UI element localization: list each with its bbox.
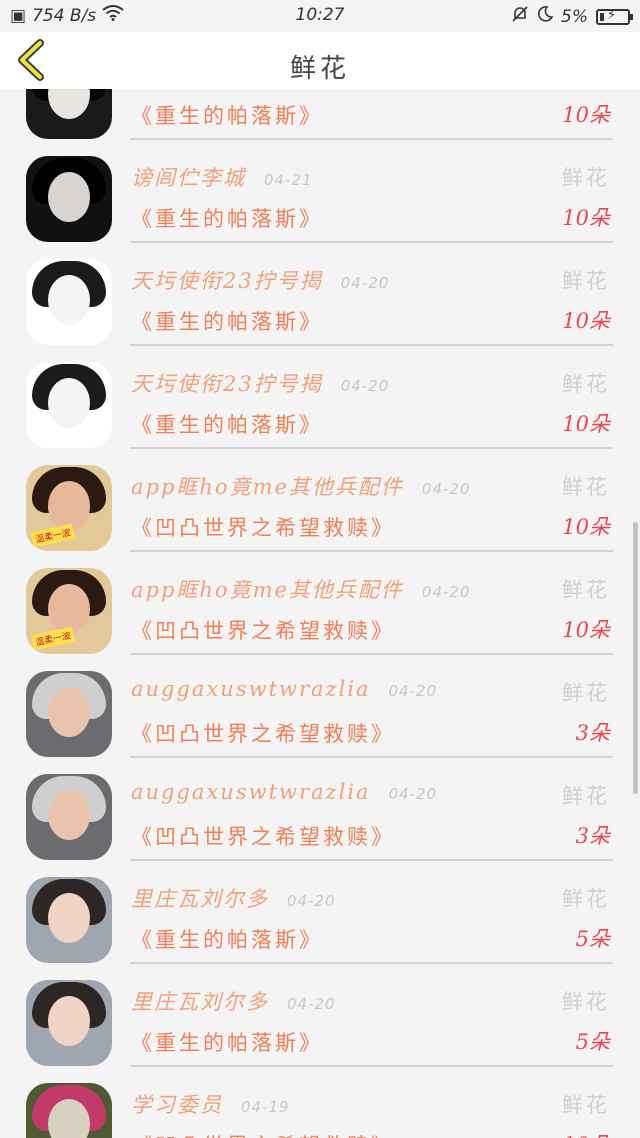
scrollbar[interactable] [633,522,638,794]
sender-name: app眶ho竟me其他兵配件 04-20 [131,574,471,604]
gift-date: 04-20 [421,480,471,498]
book-title: 《重生的帕落斯》 [131,207,323,231]
sender-name-text: 里庄瓦刘尔多 [131,990,269,1014]
gift-amount: 10朵 [562,1129,610,1138]
sender-name: 里庄瓦刘尔多 04-20 [131,883,336,913]
list-item[interactable]: 天圬使衔23拧号揭 04-20 鲜花 《重生的帕落斯》 10朵 [0,243,640,346]
avatar[interactable] [26,980,112,1066]
book-title: 《凹凸世界之希望救赎》 [131,619,395,643]
sender-name: 学习委员 04-19 [131,1089,290,1119]
gift-amount: 10朵 [562,103,610,127]
gift-type: 鲜花 [562,578,610,602]
gift-type: 鲜花 [562,990,610,1014]
list-item[interactable]: 谤闾伫李城 04-21 鲜花 《重生的帕落斯》 10朵 [0,140,640,243]
gift-type: 鲜花 [562,372,610,396]
sender-name-text: 学习委员 [131,1093,223,1117]
avatar[interactable] [26,671,112,757]
sender-name: auggaxuswtwrazlia 04-20 [131,780,437,804]
gift-amount: 10朵 [562,515,610,539]
book-title: 《重生的帕落斯》 [131,104,323,128]
book-title: 《重生的帕落斯》 [131,413,323,437]
avatar[interactable] [26,89,112,139]
avatar-tag: 温柔一波 [30,626,76,651]
sender-name-text: 天圬使衔23拧号揭 [131,269,323,293]
gift-type: 鲜花 [562,475,610,499]
gift-amount: 3朵 [575,721,610,745]
bell-muted-icon [511,5,529,28]
list-item[interactable]: 温柔一波 app眶ho竟me其他兵配件 04-20 鲜花 《凹凸世界之希望救赎》 … [0,449,640,552]
avatar[interactable] [26,774,112,860]
list-item[interactable]: 学习委员 04-19 鲜花 《凹凸世界之希望救赎》 10朵 [0,1067,640,1138]
battery-icon: ⚡ [596,8,633,25]
gift-date: 04-20 [340,377,390,395]
sender-name-text: 天圬使衔23拧号揭 [131,372,323,396]
list-item[interactable]: auggaxuswtwrazlia 04-20 鲜花 《凹凸世界之希望救赎》 3朵 [0,655,640,758]
list-item[interactable]: 《重生的帕落斯》 10朵 [0,89,640,140]
gift-date: 04-20 [388,785,438,803]
sender-name: 谤闾伫李城 04-21 [131,162,313,192]
gift-list[interactable]: 《重生的帕落斯》 10朵 谤闾伫李城 04-21 鲜花 《重生的帕落斯》 10朵 … [0,89,640,1138]
gift-amount: 10朵 [562,309,610,333]
list-item[interactable]: 天圬使衔23拧号揭 04-20 鲜花 《重生的帕落斯》 10朵 [0,346,640,449]
book-title: 《重生的帕落斯》 [131,928,323,952]
sender-name: 天圬使衔23拧号揭 04-20 [131,368,389,398]
gift-date: 04-21 [264,171,313,189]
nav-header: 鲜花 [0,32,640,89]
gift-amount: 5朵 [575,927,610,951]
gift-type: 鲜花 [562,269,610,293]
gift-date: 04-20 [421,583,471,601]
gift-type: 鲜花 [562,681,610,705]
gift-date: 04-20 [340,274,390,292]
avatar[interactable] [26,259,112,345]
sender-name-text: app眶ho竟me其他兵配件 [131,475,404,499]
page-title: 鲜花 [289,54,350,84]
sender-name: 天圬使衔23拧号揭 04-20 [131,265,389,295]
avatar[interactable] [26,1083,112,1138]
status-bar: ▣ 754 B/s 10:27 5% ⚡ [0,0,640,32]
sender-name: auggaxuswtwrazlia 04-20 [131,677,437,701]
book-title: 《凹凸世界之希望救赎》 [131,722,395,746]
gift-type: 鲜花 [562,784,610,808]
battery-level: 5% [561,6,588,27]
gift-date: 04-19 [241,1098,290,1116]
avatar[interactable] [26,156,112,242]
book-title: 《凹凸世界之希望救赎》 [131,1130,395,1138]
sender-name: app眶ho竟me其他兵配件 04-20 [131,471,471,501]
list-item[interactable]: 里庄瓦刘尔多 04-20 鲜花 《重生的帕落斯》 5朵 [0,964,640,1067]
sender-name-text: auggaxuswtwrazlia [131,677,371,701]
gift-amount: 3朵 [575,824,610,848]
book-title: 《重生的帕落斯》 [131,310,323,334]
gift-date: 04-20 [287,892,336,910]
list-item[interactable]: 里庄瓦刘尔多 04-20 鲜花 《重生的帕落斯》 5朵 [0,861,640,964]
sender-name-text: 谤闾伫李城 [131,166,246,190]
gift-amount: 5朵 [575,1030,610,1054]
avatar[interactable] [26,877,112,963]
sender-name-text: 里庄瓦刘尔多 [131,887,269,911]
book-title: 《凹凸世界之希望救赎》 [131,825,395,849]
gift-amount: 10朵 [562,206,610,230]
gift-date: 04-20 [388,682,438,700]
gift-amount: 10朵 [562,618,610,642]
sender-name: 里庄瓦刘尔多 04-20 [131,986,336,1016]
book-title: 《凹凸世界之希望救赎》 [131,516,395,540]
gift-amount: 10朵 [562,412,610,436]
book-title: 《重生的帕落斯》 [131,1031,323,1055]
sender-name-text: app眶ho竟me其他兵配件 [131,578,404,602]
avatar[interactable]: 温柔一波 [26,465,112,551]
avatar[interactable] [26,362,112,448]
list-item[interactable]: auggaxuswtwrazlia 04-20 鲜花 《凹凸世界之希望救赎》 3朵 [0,758,640,861]
sender-name-text: auggaxuswtwrazlia [131,780,371,804]
avatar-tag: 温柔一波 [30,523,76,548]
moon-icon [537,6,554,27]
avatar[interactable]: 温柔一波 [26,568,112,654]
gift-type: 鲜花 [562,166,610,190]
gift-date: 04-20 [287,995,336,1013]
gift-type: 鲜花 [562,887,610,911]
gift-type: 鲜花 [562,1093,610,1117]
list-item[interactable]: 温柔一波 app眶ho竟me其他兵配件 04-20 鲜花 《凹凸世界之希望救赎》 … [0,552,640,655]
